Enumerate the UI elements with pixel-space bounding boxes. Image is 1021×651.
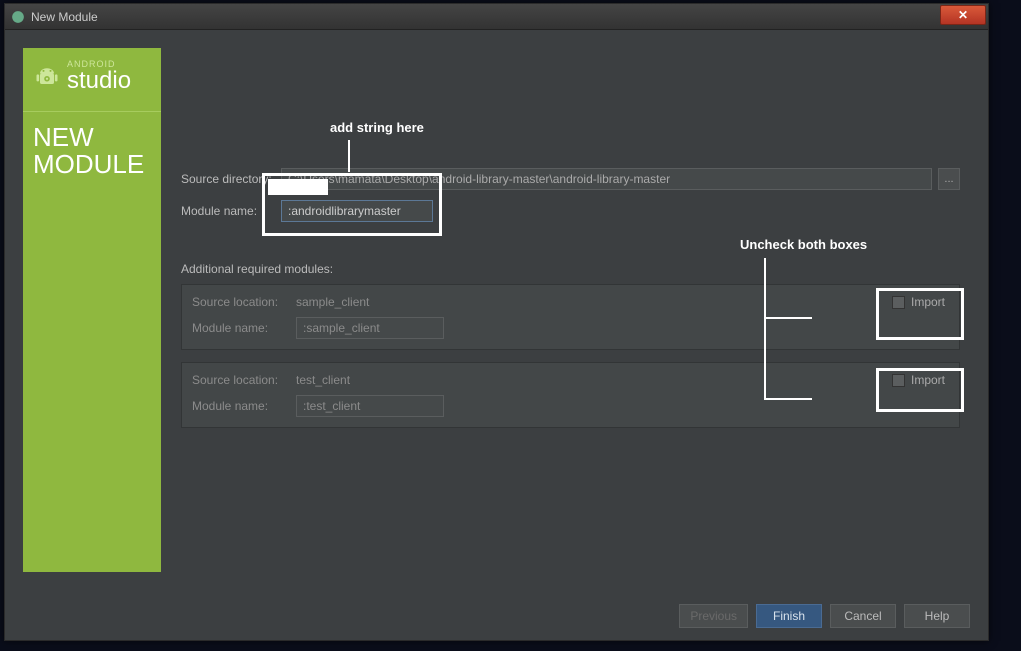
help-button[interactable]: Help [904, 604, 970, 628]
import-label-2: Import [911, 373, 945, 387]
module2-name-row: Module name: [192, 395, 949, 417]
app-icon [11, 10, 25, 24]
close-icon: ✕ [958, 8, 968, 22]
heading-line-1: NEW [33, 124, 151, 151]
module-name-input[interactable] [281, 200, 433, 222]
module2-src-row: Source location: test_client [192, 373, 949, 387]
module-block-1: Import Source location: sample_client Mo… [181, 284, 960, 350]
module1-name-input[interactable] [296, 317, 444, 339]
module2-src-value: test_client [296, 373, 350, 387]
source-directory-row: Source directory: ... [181, 168, 960, 190]
module1-src-label: Source location: [192, 295, 296, 309]
module2-src-label: Source location: [192, 373, 296, 387]
source-directory-input[interactable] [281, 168, 932, 190]
sidebar-divider [23, 111, 161, 112]
source-directory-label: Source directory: [181, 172, 281, 186]
module1-name-row: Module name: [192, 317, 949, 339]
module-name-label: Module name: [181, 204, 281, 218]
dialog-window: New Module ✕ [4, 3, 989, 641]
button-bar: Previous Finish Cancel Help [5, 590, 988, 640]
android-icon [33, 63, 61, 91]
finish-button[interactable]: Finish [756, 604, 822, 628]
titlebar: New Module ✕ [5, 4, 988, 30]
additional-modules-header: Additional required modules: [181, 262, 960, 276]
module1-src-row: Source location: sample_client [192, 295, 949, 309]
module1-src-value: sample_client [296, 295, 369, 309]
sidebar-heading: NEW MODULE [33, 124, 151, 179]
import-label-1: Import [911, 295, 945, 309]
module-block-2: Import Source location: test_client Modu… [181, 362, 960, 428]
main-panel: Source directory: ... Module name: Addit… [161, 48, 970, 572]
module1-name-label: Module name: [192, 321, 296, 335]
module-name-row: Module name: [181, 200, 960, 222]
browse-button[interactable]: ... [938, 168, 960, 190]
import-checkbox-2[interactable] [892, 374, 905, 387]
brand-main: studio [67, 69, 131, 93]
previous-button[interactable]: Previous [679, 604, 748, 628]
brand: ANDROID studio [33, 60, 151, 93]
window-title: New Module [31, 10, 98, 24]
module2-name-input[interactable] [296, 395, 444, 417]
cancel-button[interactable]: Cancel [830, 604, 896, 628]
sidebar: ANDROID studio NEW MODULE [23, 48, 161, 572]
heading-line-2: MODULE [33, 151, 151, 178]
import-checkbox-1[interactable] [892, 296, 905, 309]
module2-name-label: Module name: [192, 399, 296, 413]
dialog-content: ANDROID studio NEW MODULE Source directo… [5, 30, 988, 590]
close-button[interactable]: ✕ [940, 5, 986, 25]
import-check-1: Import [892, 295, 945, 309]
import-check-2: Import [892, 373, 945, 387]
